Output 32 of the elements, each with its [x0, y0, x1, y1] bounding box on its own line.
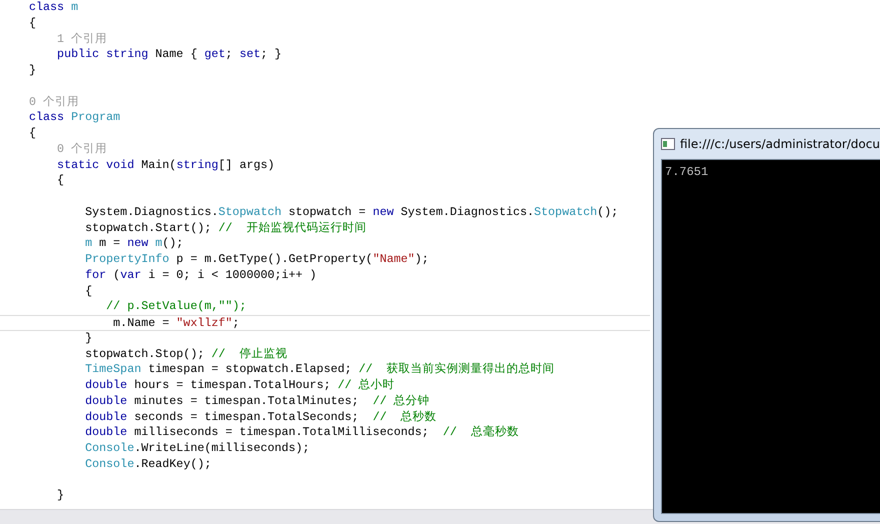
- code-line: }: [56, 488, 64, 504]
- code-line: m m = new m();: [84, 236, 184, 252]
- code-line: double minutes = timespan.TotalMinutes; // 总分钟: [84, 394, 430, 410]
- code-line: {: [56, 173, 64, 189]
- console-app-icon: [661, 138, 675, 150]
- code-line: double hours = timespan.TotalHours; // 总小时: [84, 378, 395, 394]
- code-line: PropertyInfo p = m.GetType().GetProperty("Name");: [84, 252, 429, 268]
- window-title: file:///c:/users/administrator/docu: [680, 137, 880, 151]
- code-line: stopwatch.Start(); // 开始监视代码运行时间: [84, 220, 366, 236]
- code-line: class m: [29, 0, 78, 16]
- code-line: }: [84, 330, 92, 346]
- code-line: 0 个引用: [56, 142, 108, 158]
- code-line: for (var i = 0; i < 1000000;i++ ): [84, 268, 317, 284]
- code-line: TimeSpan timespan = stopwatch.Elapsed; // 获取当前实例测量得出的总时间: [84, 362, 555, 378]
- code-line: stopwatch.Stop(); // 停止监视: [84, 346, 288, 362]
- code-line: 0 个引用: [29, 94, 80, 110]
- code-line: static void Main(string[] args): [56, 158, 275, 174]
- code-line: System.Diagnostics.Stopwatch stopwatch = new System.Diagnostics.Stopwatch();: [84, 204, 618, 220]
- code-line: double seconds = timespan.TotalSeconds; // 总秒数: [84, 410, 437, 426]
- code-line: Console.ReadKey();: [84, 456, 212, 472]
- code-line: {: [29, 126, 36, 142]
- code-line: // p.SetValue(m,"");: [105, 299, 246, 315]
- console-output-text: 7.7651: [665, 165, 708, 179]
- code-line: 1 个引用: [56, 32, 108, 48]
- code-line: Console.WriteLine(milliseconds);: [84, 441, 310, 457]
- current-code-line: m.Name = "wxllzf";: [0, 315, 650, 331]
- code-line: class Program: [29, 110, 120, 126]
- code-line: double milliseconds = timespan.TotalMilliseconds; // 总毫秒数: [84, 425, 519, 441]
- code-line: {: [84, 284, 92, 300]
- code-line: public string Name { get; set; }: [56, 47, 282, 63]
- code-line: {: [29, 16, 36, 32]
- code-line: }: [29, 63, 36, 79]
